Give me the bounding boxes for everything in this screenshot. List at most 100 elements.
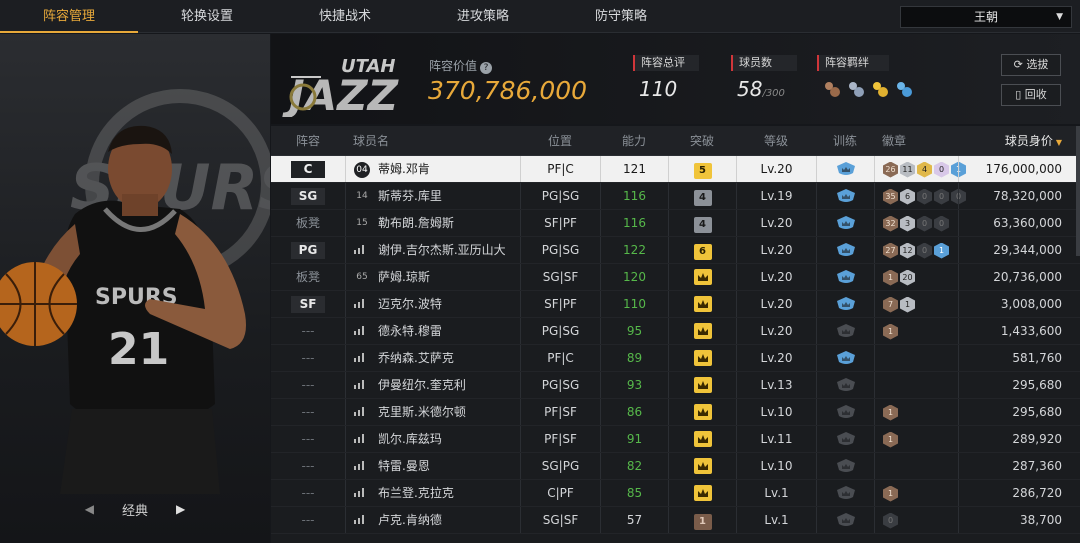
training-icon[interactable] (836, 458, 856, 474)
training-cell[interactable] (816, 426, 874, 452)
training-cell[interactable] (816, 507, 874, 533)
breakthrough-cell[interactable] (668, 318, 736, 344)
table-row[interactable]: --- 卢克.肯纳德 SG|SF 57 1 Lv.1 0 38,700 (271, 507, 1080, 534)
arrow-left-icon[interactable]: ◀ (85, 502, 94, 516)
training-cell[interactable] (816, 237, 874, 263)
table-row[interactable]: 板凳 15 勒布朗.詹姆斯 SF|PF 116 4 Lv.20 32 3 0 0 63,… (271, 210, 1080, 237)
training-cell[interactable] (816, 453, 874, 479)
table-row[interactable]: --- 凯尔.库兹玛 PF|SF 91 Lv.11 1 289,920 (271, 426, 1080, 453)
col-slot[interactable]: 阵容 (271, 126, 345, 155)
badges-cell[interactable]: 26 11 4 0 1 (874, 156, 966, 182)
col-ability[interactable]: 能力 (600, 126, 668, 155)
training-icon[interactable] (836, 215, 856, 231)
training-cell[interactable] (816, 264, 874, 290)
training-cell[interactable] (816, 372, 874, 398)
slot-cell[interactable]: --- (271, 372, 345, 398)
slot-cell[interactable]: 板凳 (271, 210, 345, 236)
training-cell[interactable] (816, 183, 874, 209)
table-row[interactable]: --- 布兰登.克拉克 C|PF 85 Lv.1 1 286,720 (271, 480, 1080, 507)
slot-cell[interactable]: --- (271, 453, 345, 479)
slot-cell[interactable]: C (271, 156, 345, 182)
table-row[interactable]: --- 伊曼纽尔.奎克利 PG|SG 93 Lv.13 295,680 (271, 372, 1080, 399)
arrow-right-icon[interactable]: ▶ (176, 502, 185, 516)
table-row[interactable]: 板凳 65 萨姆.琼斯 SG|SF 120 Lv.20 1 20 20,736,00… (271, 264, 1080, 291)
slot-cell[interactable]: PG (271, 237, 345, 263)
badges-cell[interactable] (874, 372, 958, 398)
table-row[interactable]: SF 迈克尔.波特 SF|PF 110 Lv.20 71 3,008,000 (271, 291, 1080, 318)
badges-cell[interactable] (874, 453, 958, 479)
bond-icon[interactable] (823, 80, 841, 98)
col-position[interactable]: 位置 (520, 126, 600, 155)
badges-cell[interactable]: 1 (874, 426, 958, 452)
training-icon[interactable] (836, 188, 856, 204)
badges-cell[interactable]: 35 6 0 0 0 (874, 183, 966, 209)
slot-cell[interactable]: SG (271, 183, 345, 209)
breakthrough-cell[interactable]: 4 (668, 210, 736, 236)
help-icon[interactable]: ? (480, 62, 493, 74)
slot-cell[interactable]: SF (271, 291, 345, 317)
breakthrough-cell[interactable]: 6 (668, 237, 736, 263)
table-row[interactable]: --- 乔纳森.艾萨克 PF|C 89 Lv.20 581,760 (271, 345, 1080, 372)
training-icon[interactable] (836, 161, 856, 177)
col-breakthrough[interactable]: 突破 (668, 126, 736, 155)
training-icon[interactable] (836, 350, 856, 366)
badges-cell[interactable]: 1 20 (874, 264, 958, 290)
badges-cell[interactable]: 1 (874, 318, 958, 344)
bond-icon[interactable] (871, 80, 889, 98)
breakthrough-cell[interactable] (668, 372, 736, 398)
tab-rotation[interactable]: 轮换设置 (138, 0, 276, 33)
badges-cell[interactable]: 1 (874, 399, 958, 425)
badges-cell[interactable] (874, 345, 958, 371)
bond-icon[interactable] (895, 80, 913, 98)
training-icon[interactable] (836, 377, 856, 393)
training-icon[interactable] (836, 512, 856, 528)
badges-cell[interactable]: 0 (874, 507, 958, 533)
scrollbar[interactable] (1076, 126, 1080, 256)
bond-icon[interactable] (847, 80, 865, 98)
tab-offense-strategy[interactable]: 进攻策略 (414, 0, 552, 33)
table-row[interactable]: PG 谢伊.吉尔杰斯.亚历山大 PG|SG 122 6 Lv.20 27 12 0 1… (271, 237, 1080, 264)
user-dropdown[interactable]: 王朝 ▼ (900, 6, 1072, 28)
col-badges[interactable]: 徽章 (874, 126, 958, 155)
badges-cell[interactable]: 1 (874, 480, 958, 506)
training-cell[interactable] (816, 210, 874, 236)
breakthrough-cell[interactable]: 1 (668, 507, 736, 533)
training-cell[interactable] (816, 399, 874, 425)
training-icon[interactable] (836, 296, 856, 312)
breakthrough-cell[interactable] (668, 291, 736, 317)
training-cell[interactable] (816, 318, 874, 344)
tab-quick-tactics[interactable]: 快捷战术 (276, 0, 414, 33)
slot-cell[interactable]: 板凳 (271, 264, 345, 290)
col-salary[interactable]: 球员身价 ▼ (958, 126, 1080, 155)
training-icon[interactable] (836, 269, 856, 285)
select-button[interactable]: ⟳ 选拔 (1001, 54, 1061, 76)
training-cell[interactable] (816, 291, 874, 317)
table-row[interactable]: --- 克里斯.米德尔顿 PF|SF 86 Lv.10 1 295,680 (271, 399, 1080, 426)
breakthrough-cell[interactable] (668, 480, 736, 506)
training-icon[interactable] (836, 404, 856, 420)
training-icon[interactable] (836, 242, 856, 258)
col-level[interactable]: 等级 (736, 126, 816, 155)
col-training[interactable]: 训练 (816, 126, 874, 155)
training-icon[interactable] (836, 431, 856, 447)
slot-cell[interactable]: --- (271, 399, 345, 425)
badges-cell[interactable]: 32 3 0 0 (874, 210, 958, 236)
training-icon[interactable] (836, 323, 856, 339)
breakthrough-cell[interactable] (668, 345, 736, 371)
training-icon[interactable] (836, 485, 856, 501)
breakthrough-cell[interactable] (668, 264, 736, 290)
table-row[interactable]: --- 特雷.曼恩 SG|PG 82 Lv.10 287,360 (271, 453, 1080, 480)
breakthrough-cell[interactable]: 5 (668, 156, 736, 182)
breakthrough-cell[interactable] (668, 426, 736, 452)
breakthrough-cell[interactable] (668, 399, 736, 425)
breakthrough-cell[interactable] (668, 453, 736, 479)
table-row[interactable]: SG 14 斯蒂芬.库里 PG|SG 116 4 Lv.19 35 6 0 0 0 78,… (271, 183, 1080, 210)
badges-cell[interactable]: 27 12 0 1 (874, 237, 958, 263)
table-row[interactable]: --- 德永特.穆雷 PG|SG 95 Lv.20 1 1,433,600 (271, 318, 1080, 345)
recycle-button[interactable]: ▯ 回收 (1001, 84, 1061, 106)
training-cell[interactable] (816, 156, 874, 182)
slot-cell[interactable]: --- (271, 318, 345, 344)
badges-cell[interactable]: 71 (874, 291, 958, 317)
breakthrough-cell[interactable]: 4 (668, 183, 736, 209)
tab-defense-strategy[interactable]: 防守策略 (552, 0, 690, 33)
